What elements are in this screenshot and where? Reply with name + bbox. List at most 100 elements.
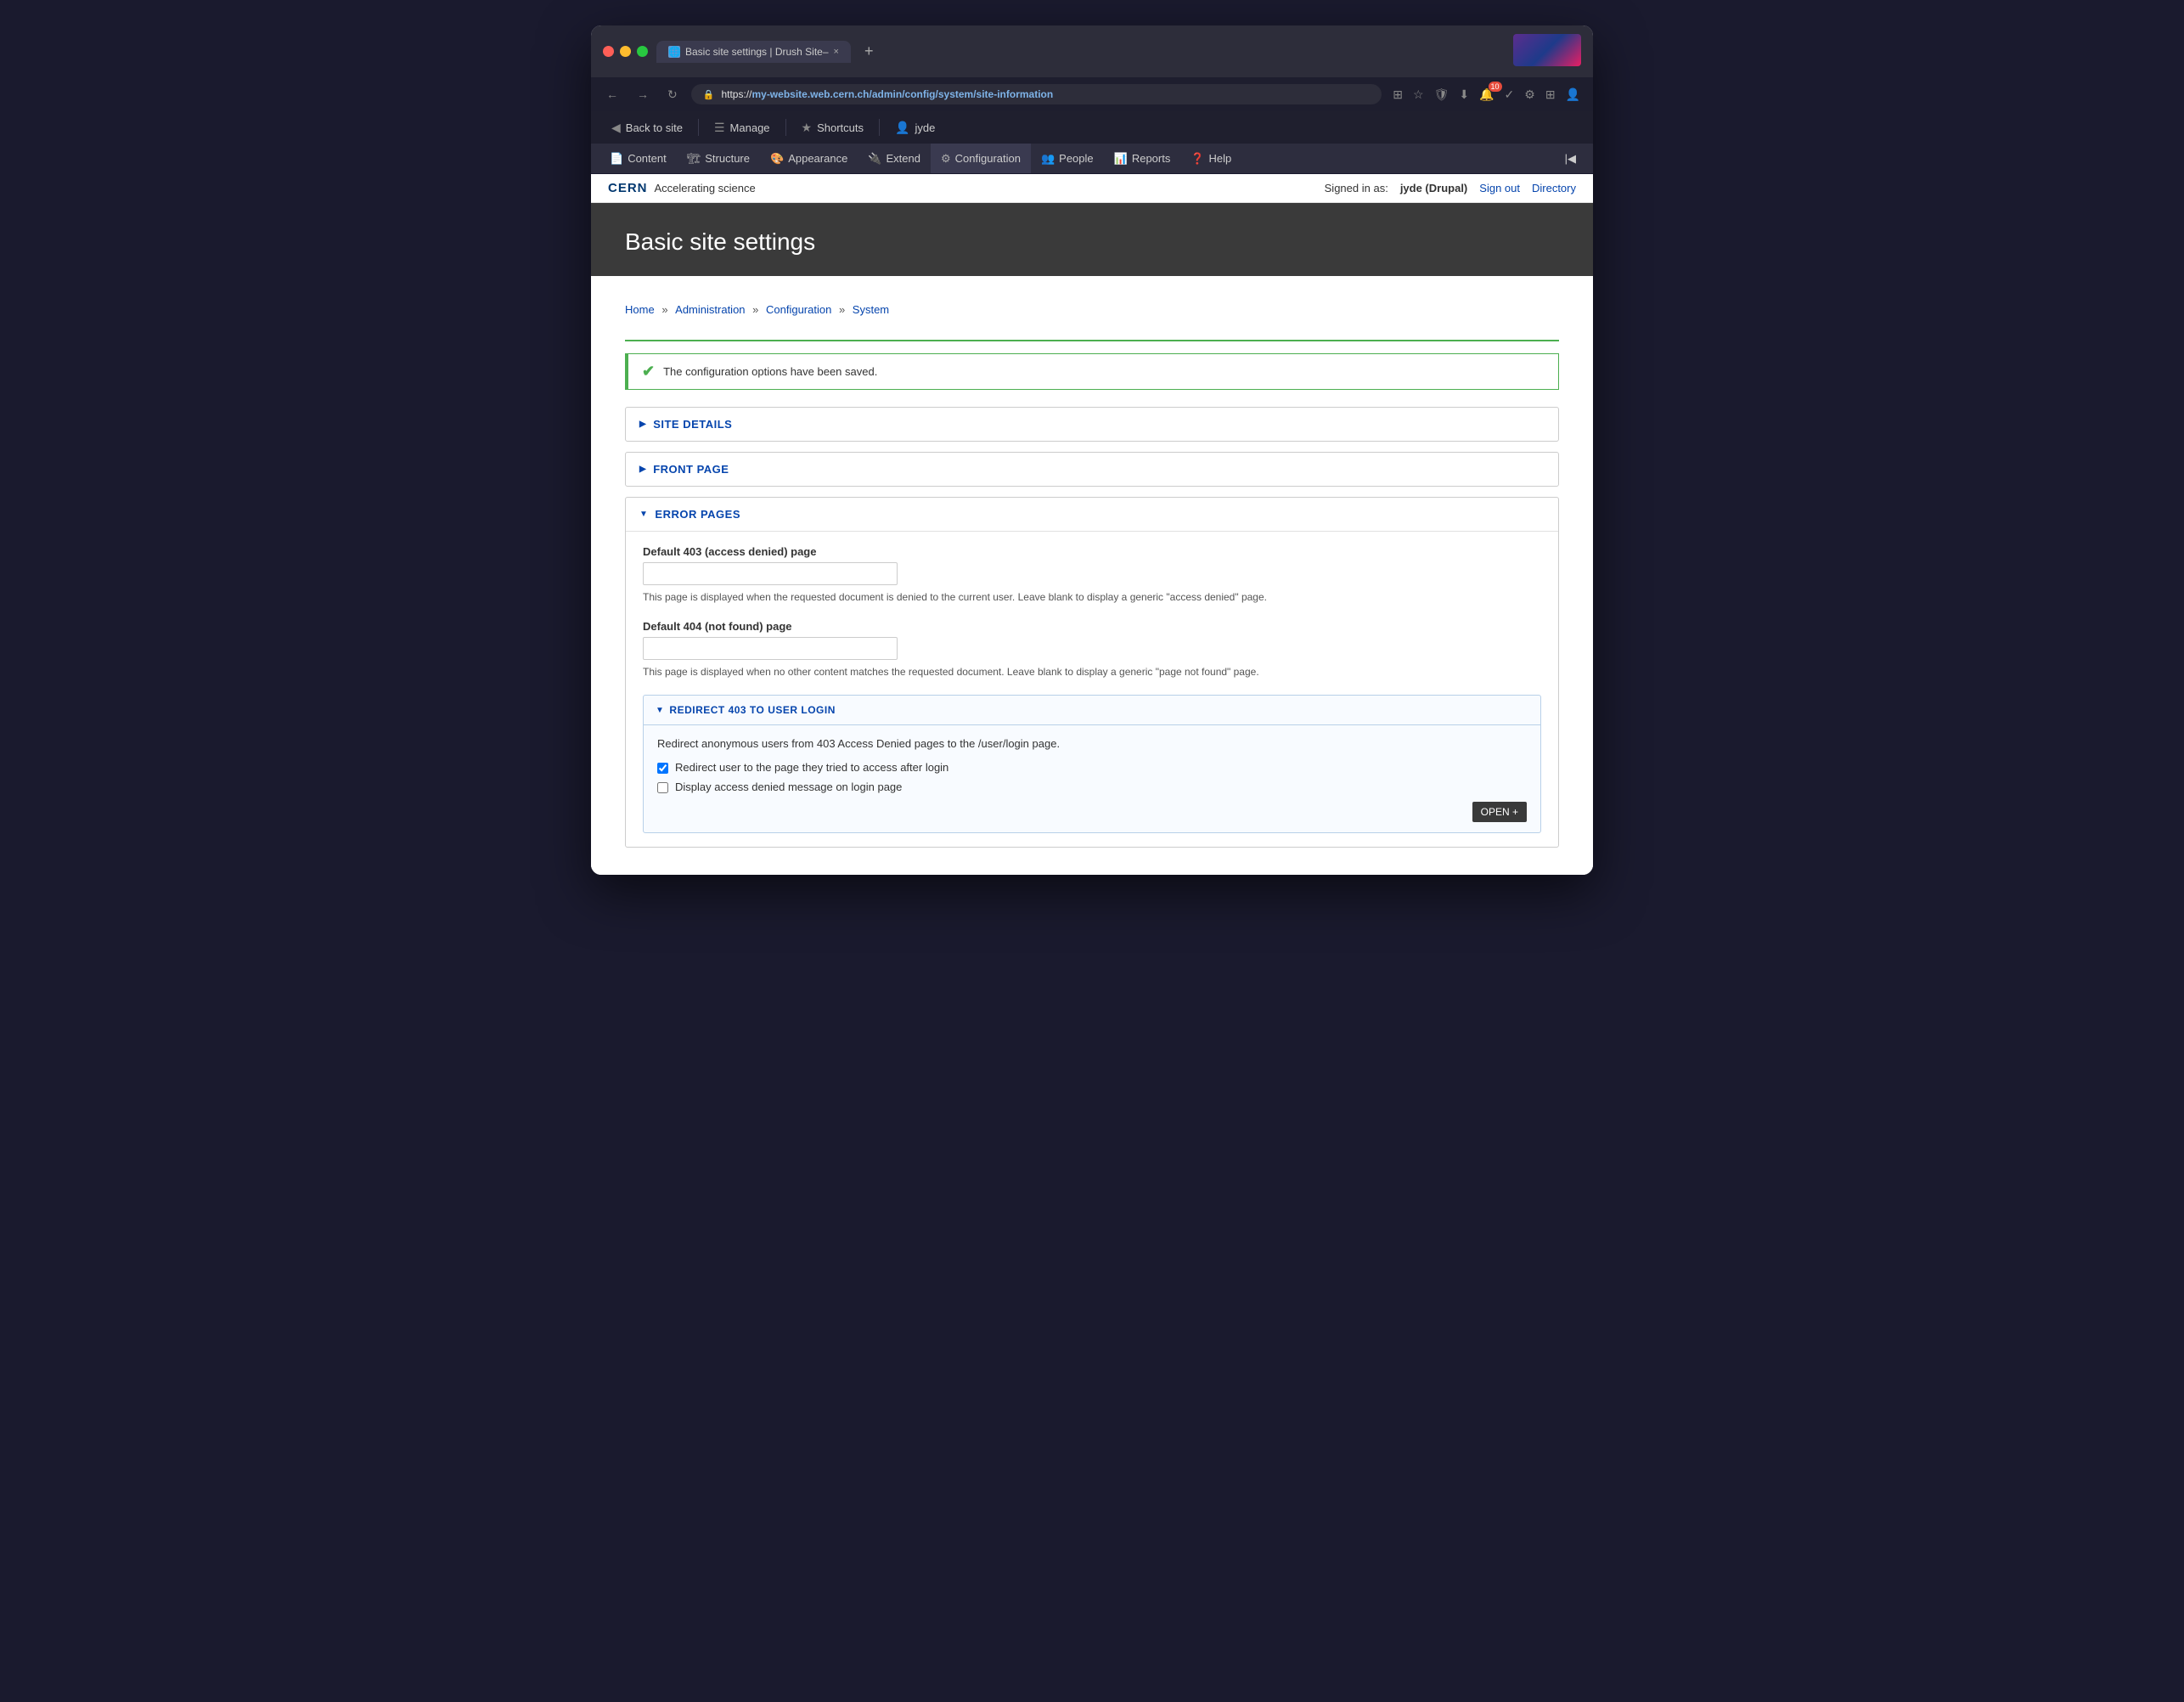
maximize-button[interactable]: [637, 46, 648, 57]
reports-label: Reports: [1132, 152, 1171, 165]
browser-window: 🌐 Basic site settings | Drush Site– × + …: [591, 25, 1593, 875]
notification-badge: 10: [1489, 82, 1502, 92]
site-details-label: SITE DETAILS: [653, 418, 732, 431]
status-message: ✔ The configuration options have been sa…: [625, 353, 1559, 390]
close-button[interactable]: [603, 46, 614, 57]
address-bar: ← → ↻ 🔒 https://my-website.web.cern.ch/a…: [591, 77, 1593, 111]
open-button[interactable]: OPEN +: [1472, 802, 1527, 822]
new-tab-button[interactable]: +: [859, 42, 879, 60]
signed-in-label: Signed in as:: [1325, 182, 1388, 194]
back-button[interactable]: ←: [601, 85, 623, 104]
menu-content[interactable]: 📄 Content: [599, 144, 677, 173]
sign-out-link[interactable]: Sign out: [1479, 182, 1520, 194]
notification-icon[interactable]: 🔔10: [1477, 85, 1496, 104]
pocket-icon[interactable]: 🛡: [1432, 85, 1452, 104]
label-display-access-denied: Display access denied message on login p…: [675, 781, 902, 793]
site-details-header[interactable]: ▶ SITE DETAILS: [626, 408, 1558, 441]
drupal-menu-bar: 📄 Content 🏗 Structure 🎨 Appearance 🔌 Ext…: [591, 144, 1593, 174]
minimize-button[interactable]: [620, 46, 631, 57]
forward-button[interactable]: →: [632, 85, 654, 104]
configuration-icon: ⚙: [941, 152, 951, 166]
url-host: my-website.web.cern.ch: [751, 88, 869, 100]
breadcrumb-configuration[interactable]: Configuration: [766, 303, 831, 316]
help-label: Help: [1209, 152, 1232, 165]
extend-icon: 🔌: [868, 152, 881, 166]
url-path: /admin/config/system/site-information: [870, 88, 1054, 100]
input-403[interactable]: [643, 562, 898, 585]
menu-extend[interactable]: 🔌 Extend: [858, 144, 931, 173]
tab-close-button[interactable]: ×: [834, 47, 839, 57]
back-to-site-label: Back to site: [626, 121, 683, 134]
appearance-label: Appearance: [788, 152, 847, 165]
browser-gradient-decoration: [1513, 34, 1581, 66]
user-link[interactable]: 👤 jyde: [883, 111, 947, 144]
menu-reports[interactable]: 📊 Reports: [1104, 144, 1181, 173]
lock-icon: 🔒: [703, 89, 715, 100]
redirect-403-description: Redirect anonymous users from 403 Access…: [657, 735, 1527, 752]
field-group-403: Default 403 (access denied) page This pa…: [643, 545, 1541, 605]
menu-help[interactable]: ❓ Help: [1180, 144, 1241, 173]
people-label: People: [1059, 152, 1093, 165]
page-content: Home » Administration » Configuration » …: [591, 276, 1593, 875]
admin-bar-divider-2: [785, 119, 786, 136]
appearance-icon: 🎨: [770, 152, 784, 166]
status-text: The configuration options have been save…: [663, 365, 877, 378]
window-controls: [603, 46, 648, 57]
help-icon: ❓: [1191, 152, 1204, 166]
breadcrumb-home[interactable]: Home: [625, 303, 655, 316]
shortcuts-icon: ★: [802, 121, 813, 135]
menu-appearance[interactable]: 🎨 Appearance: [760, 144, 858, 173]
settings-icon[interactable]: ⚙: [1522, 85, 1538, 104]
menu-people[interactable]: 👥 People: [1031, 144, 1104, 173]
error-pages-panel: ▼ ERROR PAGES Default 403 (access denied…: [625, 497, 1559, 848]
extensions-icon[interactable]: ⊞: [1543, 85, 1558, 104]
shortcuts-link[interactable]: ★ Shortcuts: [790, 111, 875, 144]
shortcuts-label: Shortcuts: [817, 121, 864, 134]
breadcrumb-system[interactable]: System: [853, 303, 889, 316]
front-page-header[interactable]: ▶ FRONT PAGE: [626, 453, 1558, 486]
cern-tagline: Accelerating science: [655, 182, 756, 194]
menu-bar-pin[interactable]: |◀: [1556, 152, 1585, 166]
reports-icon: 📊: [1114, 152, 1128, 166]
checkmark-icon[interactable]: ✓: [1502, 85, 1517, 104]
breadcrumb: Home » Administration » Configuration » …: [625, 293, 1559, 326]
tab-title: Basic site settings | Drush Site–: [685, 46, 829, 58]
grid-icon[interactable]: ⊞: [1390, 85, 1405, 104]
checkbox-row-access-denied: Display access denied message on login p…: [657, 781, 1527, 793]
redirect-403-label: REDIRECT 403 TO USER LOGIN: [669, 704, 835, 716]
input-404[interactable]: [643, 637, 898, 660]
url-text: https://my-website.web.cern.ch/admin/con…: [721, 88, 1053, 100]
breadcrumb-administration[interactable]: Administration: [675, 303, 745, 316]
active-tab[interactable]: 🌐 Basic site settings | Drush Site– ×: [656, 41, 851, 63]
checkbox-redirect-after-login[interactable]: [657, 763, 668, 774]
user-icon[interactable]: 👤: [1563, 85, 1583, 104]
manage-link[interactable]: ☰ Manage: [702, 111, 782, 144]
star-icon[interactable]: ☆: [1410, 85, 1427, 104]
label-404: Default 404 (not found) page: [643, 620, 1541, 633]
error-pages-body: Default 403 (access denied) page This pa…: [626, 531, 1558, 847]
error-pages-label: ERROR PAGES: [655, 508, 740, 521]
redirect-403-header[interactable]: ▼ REDIRECT 403 TO USER LOGIN: [644, 696, 1540, 724]
breadcrumb-sep-3: »: [839, 303, 848, 316]
front-page-panel: ▶ FRONT PAGE: [625, 452, 1559, 487]
download-icon[interactable]: ⬇: [1456, 85, 1472, 104]
refresh-button[interactable]: ↻: [662, 85, 683, 104]
back-to-site-link[interactable]: ◀ Back to site: [599, 111, 695, 144]
cern-bar-right: Signed in as: jyde (Drupal) Sign out Dir…: [1325, 182, 1576, 194]
extend-label: Extend: [887, 152, 920, 165]
page-title: Basic site settings: [625, 228, 1559, 256]
checkbox-row-redirect: Redirect user to the page they tried to …: [657, 761, 1527, 774]
redirect-403-body: Redirect anonymous users from 403 Access…: [644, 724, 1540, 832]
menu-configuration[interactable]: ⚙ Configuration: [931, 144, 1031, 173]
structure-icon: 🏗: [687, 152, 701, 166]
menu-structure[interactable]: 🏗 Structure: [677, 144, 760, 173]
breadcrumb-sep-2: »: [752, 303, 762, 316]
error-pages-arrow: ▼: [639, 510, 648, 519]
directory-link[interactable]: Directory: [1532, 182, 1576, 194]
pin-icon: |◀: [1565, 152, 1576, 166]
url-bar[interactable]: 🔒 https://my-website.web.cern.ch/admin/c…: [691, 84, 1382, 104]
front-page-arrow: ▶: [639, 465, 646, 474]
manage-icon: ☰: [714, 121, 725, 135]
checkbox-display-access-denied[interactable]: [657, 782, 668, 793]
error-pages-header[interactable]: ▼ ERROR PAGES: [626, 498, 1558, 531]
